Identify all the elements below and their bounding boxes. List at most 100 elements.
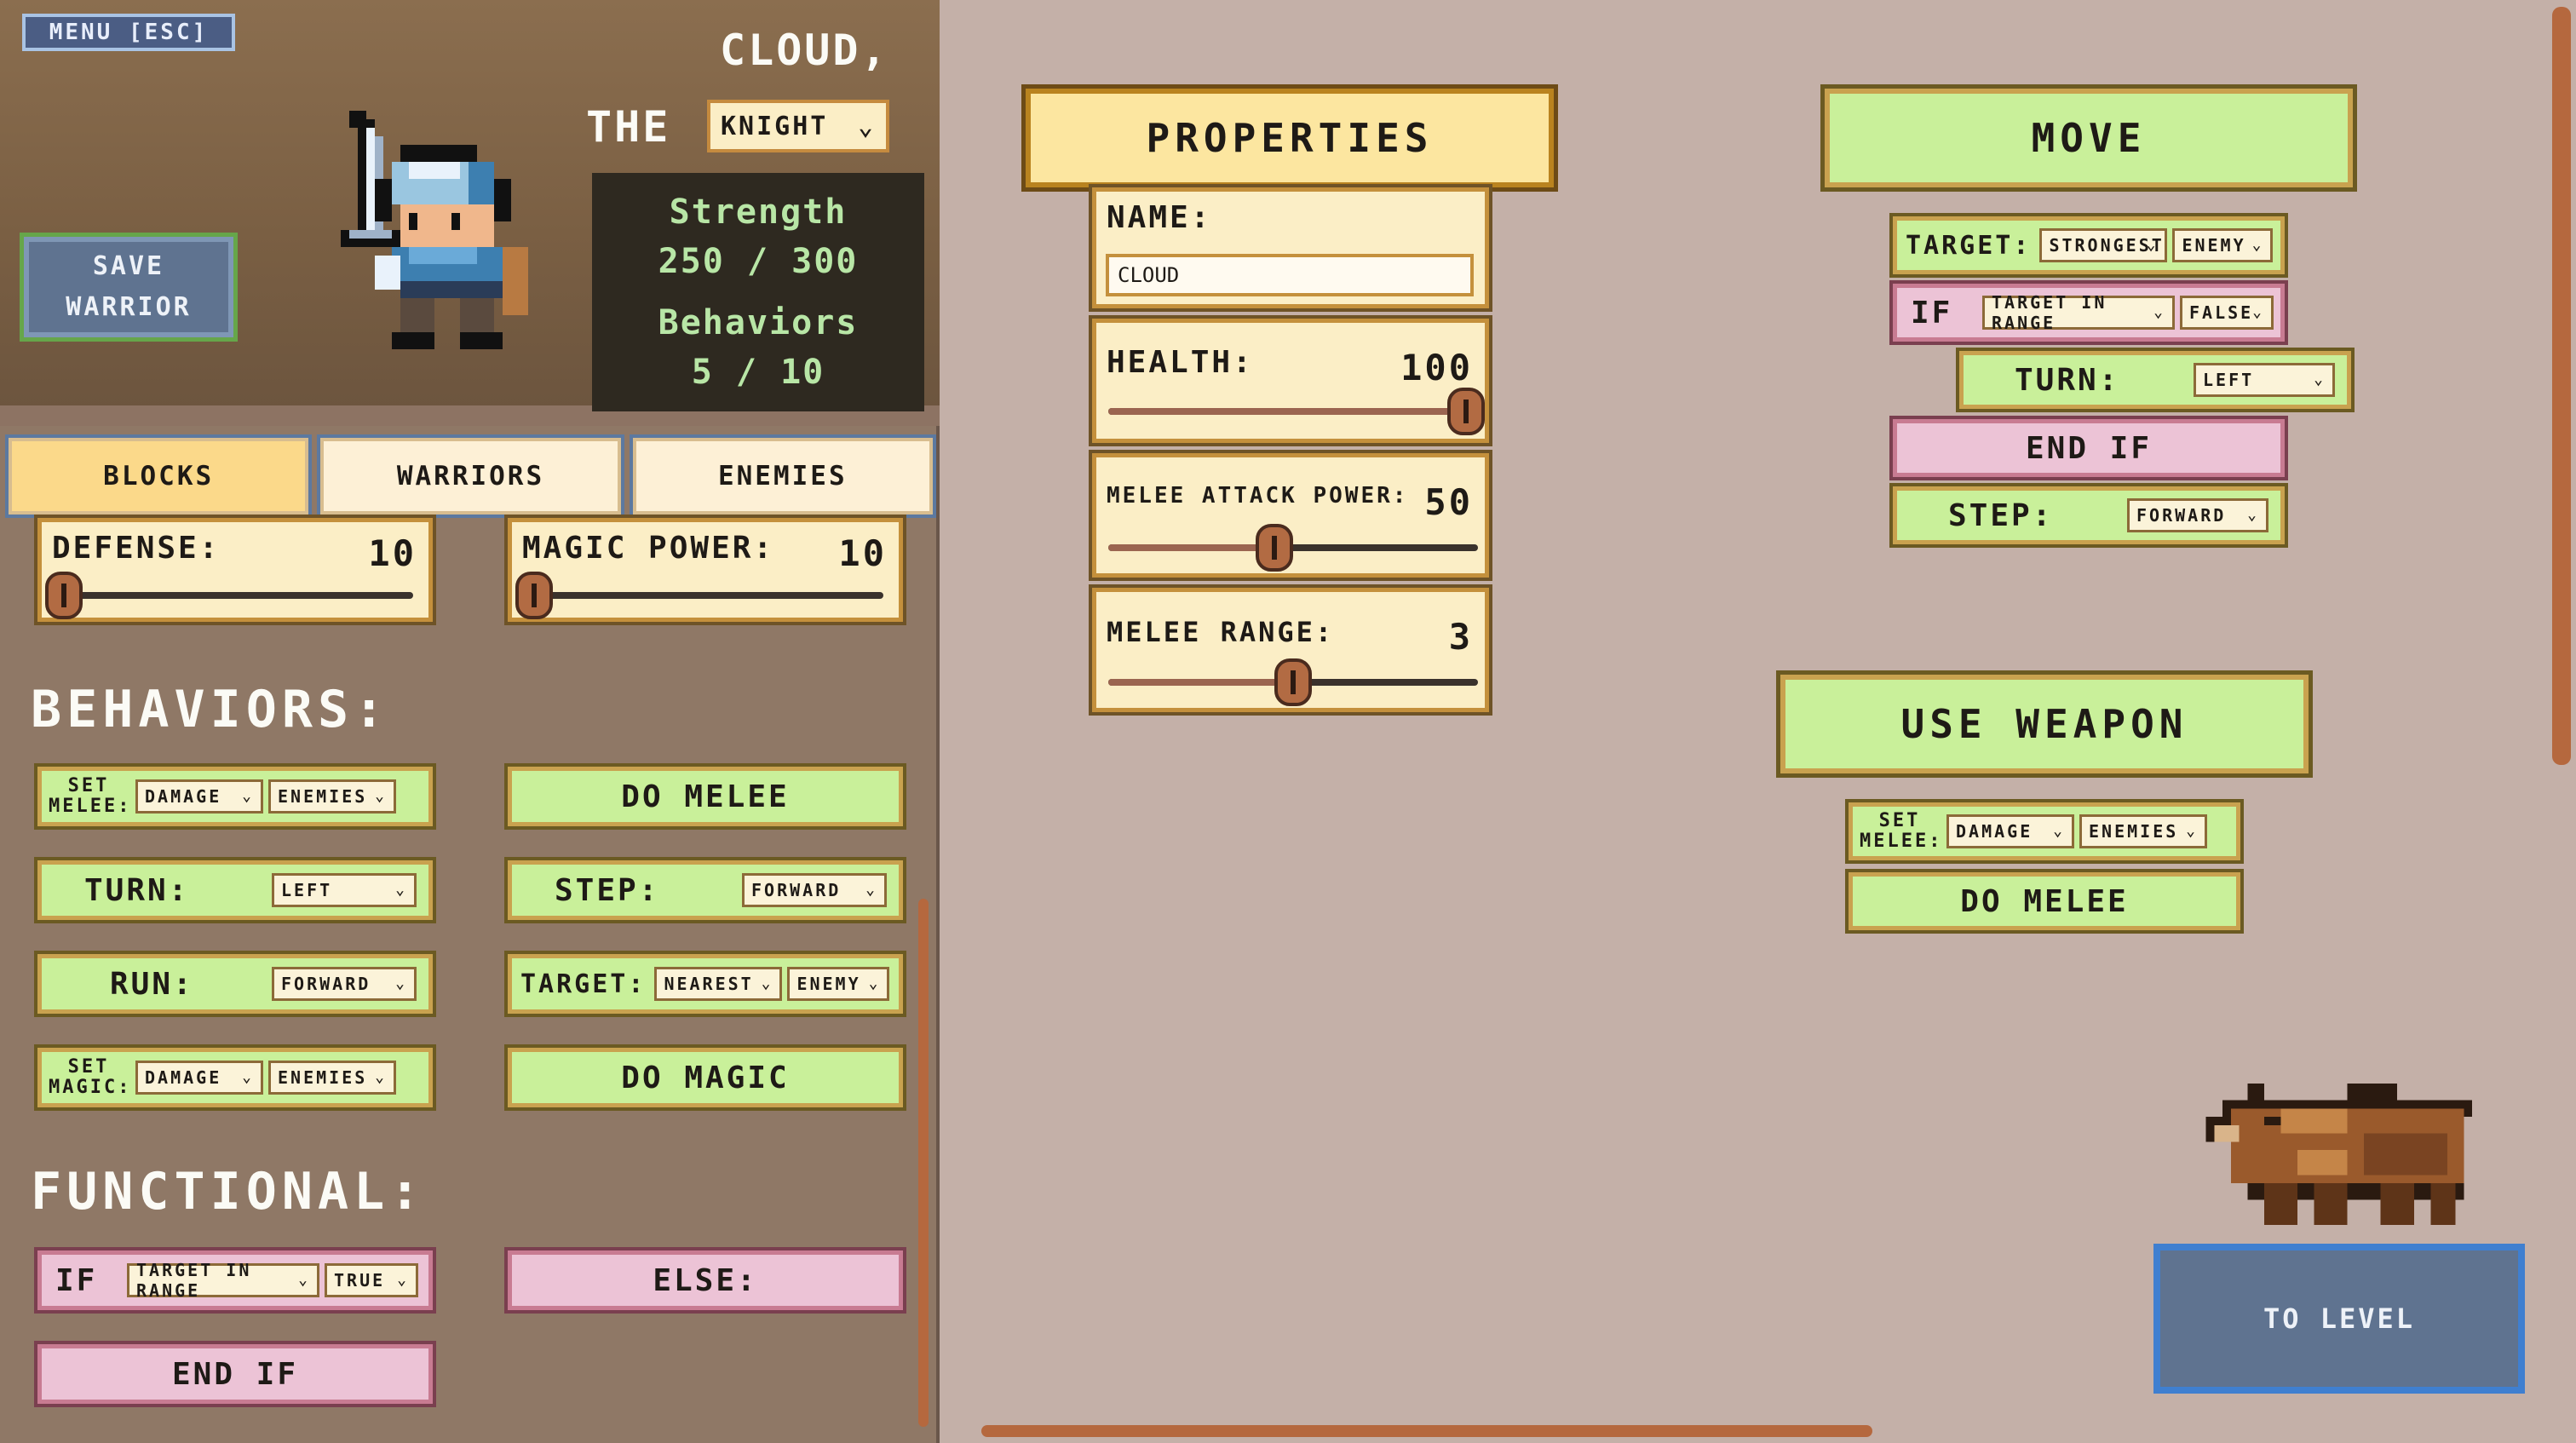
move-turn-direction-dropdown[interactable]: LEFT ⌄ [2194, 363, 2335, 397]
melee-attack-power-value: 50 [1424, 481, 1473, 523]
use-weapon-set-melee-block[interactable]: SET MELEE: DAMAGE ⌄ ENEMIES ⌄ [1845, 799, 2244, 864]
set-melee-damage-dropdown[interactable]: DAMAGE ⌄ [135, 779, 263, 813]
use-weapon-do-melee-block[interactable]: DO MELEE [1845, 869, 2244, 934]
melee-attack-power-slider-fill [1108, 544, 1275, 551]
do-magic-block[interactable]: DO MAGIC [504, 1044, 906, 1111]
magic-power-slider-handle[interactable] [515, 572, 553, 619]
move-target-enemy-dropdown[interactable]: ENEMY ⌄ [2172, 228, 2274, 262]
magic-power-value: 10 [838, 532, 887, 574]
move-header[interactable]: MOVE [1820, 84, 2357, 192]
use-weapon-do-melee-label: DO MELEE [1960, 883, 2129, 919]
step-direction-dropdown[interactable]: FORWARD ⌄ [742, 873, 887, 907]
move-step-block[interactable]: STEP: FORWARD ⌄ [1889, 483, 2288, 548]
set-melee-block[interactable]: SET MELEE: DAMAGE ⌄ ENEMIES ⌄ [34, 763, 436, 830]
do-melee-block[interactable]: DO MELEE [504, 763, 906, 830]
chevron-down-icon: ⌄ [857, 111, 876, 141]
behaviors-heading: BEHAVIORS: [31, 680, 390, 739]
move-if-label: IF [1911, 295, 1953, 331]
behaviors-value: 5 / 10 [691, 353, 825, 392]
set-magic-label: SET MAGIC: [49, 1056, 132, 1098]
turn-direction-dropdown[interactable]: LEFT ⌄ [272, 873, 417, 907]
defense-slider-track[interactable] [45, 572, 413, 619]
defense-slider-handle[interactable] [45, 572, 83, 619]
if-value-dropdown[interactable]: TRUE ⌄ [325, 1263, 418, 1297]
else-block[interactable]: ELSE: [504, 1247, 906, 1314]
move-if-value-dropdown[interactable]: FALSE ⌄ [2180, 296, 2274, 330]
use-weapon-damage-dropdown[interactable]: DAMAGE ⌄ [1946, 814, 2074, 848]
end-if-label: END IF [171, 1356, 299, 1392]
menu-button[interactable]: MENU [ESC] [22, 14, 235, 51]
target-enemy-dropdown[interactable]: ENEMY ⌄ [787, 967, 890, 1001]
chevron-down-icon: ⌄ [761, 974, 773, 992]
chevron-down-icon: ⌄ [2186, 822, 2198, 840]
use-weapon-header[interactable]: USE WEAPON [1776, 670, 2313, 778]
run-block[interactable]: RUN: FORWARD ⌄ [34, 951, 436, 1017]
melee-range-slider-track[interactable] [1108, 658, 1478, 706]
chevron-down-icon: ⌄ [2053, 822, 2065, 840]
if-label: IF [55, 1262, 98, 1298]
canvas-vertical-scrollbar[interactable] [2552, 7, 2571, 765]
tab-enemies[interactable]: ENEMIES [629, 434, 936, 518]
set-melee-enemies-dropdown[interactable]: ENEMIES ⌄ [268, 779, 396, 813]
tab-warriors[interactable]: WARRIORS [317, 434, 624, 518]
magic-power-label: MAGIC POWER: [522, 531, 775, 566]
chevron-down-icon: ⌄ [395, 974, 407, 992]
move-step-label: STEP: [1948, 497, 2054, 533]
set-magic-enemies-dropdown[interactable]: ENEMIES ⌄ [268, 1061, 396, 1095]
move-end-if-block[interactable]: END IF [1889, 416, 2288, 480]
move-if-condition-dropdown[interactable]: TARGET IN RANGE ⌄ [1982, 292, 2175, 333]
defense-label: DEFENSE: [52, 531, 221, 566]
set-magic-damage-dropdown[interactable]: DAMAGE ⌄ [135, 1061, 263, 1095]
health-slider-handle[interactable] [1447, 388, 1485, 435]
move-end-if-label: END IF [2025, 430, 2153, 466]
chevron-down-icon: ⌄ [395, 881, 407, 899]
chevron-down-icon: ⌄ [397, 1271, 409, 1289]
properties-header[interactable]: PROPERTIES [1021, 84, 1558, 192]
set-magic-block[interactable]: SET MAGIC: DAMAGE ⌄ ENEMIES ⌄ [34, 1044, 436, 1111]
magic-power-slider-card: MAGIC POWER: 10 [504, 515, 906, 625]
melee-range-label: MELEE RANGE: [1107, 616, 1335, 648]
save-warrior-button[interactable]: SAVE WARRIOR [20, 233, 238, 342]
if-condition-dropdown[interactable]: TARGET IN RANGE ⌄ [127, 1260, 319, 1301]
chevron-down-icon: ⌄ [242, 787, 254, 805]
stats-panel: Strength 250 / 300 Behaviors 5 / 10 [592, 173, 924, 411]
end-if-block[interactable]: END IF [34, 1341, 436, 1407]
palette-tabs: BLOCKS WARRIORS ENEMIES [4, 434, 936, 518]
knight-sprite [341, 111, 528, 349]
palette-scrollbar[interactable] [918, 899, 929, 1427]
class-select[interactable]: KNIGHT ⌄ [707, 100, 889, 152]
magic-power-slider-track[interactable] [515, 572, 883, 619]
melee-range-slider-fill [1108, 679, 1293, 686]
move-target-strongest-dropdown[interactable]: STRONGEST ⌄ [2039, 228, 2168, 262]
turn-block[interactable]: TURN: LEFT ⌄ [34, 857, 436, 923]
if-block[interactable]: IF TARGET IN RANGE ⌄ TRUE ⌄ [34, 1247, 436, 1314]
move-step-direction-dropdown[interactable]: FORWARD ⌄ [2127, 498, 2268, 532]
canvas-horizontal-scrollbar[interactable] [981, 1425, 1872, 1437]
run-direction-dropdown[interactable]: FORWARD ⌄ [272, 967, 417, 1001]
use-weapon-enemies-dropdown[interactable]: ENEMIES ⌄ [2079, 814, 2207, 848]
strength-value: 250 / 300 [658, 242, 859, 281]
save-label-line1: SAVE [92, 251, 165, 281]
move-turn-block[interactable]: TURN: LEFT ⌄ [1956, 348, 2355, 412]
functional-heading: FUNCTIONAL: [31, 1162, 426, 1222]
step-block[interactable]: STEP: FORWARD ⌄ [504, 857, 906, 923]
melee-attack-power-slider-track[interactable] [1108, 524, 1478, 572]
set-melee-label: SET MELEE: [49, 775, 132, 817]
melee-attack-power-slider-card: MELEE ATTACK POWER: 50 [1089, 450, 1492, 581]
move-if-block[interactable]: IF TARGET IN RANGE ⌄ FALSE ⌄ [1889, 280, 2288, 345]
melee-attack-power-label: MELEE ATTACK POWER: [1107, 483, 1409, 509]
melee-attack-power-slider-handle[interactable] [1256, 524, 1294, 572]
tab-blocks[interactable]: BLOCKS [4, 434, 313, 518]
to-level-button[interactable]: TO LEVEL [2153, 1244, 2525, 1394]
move-target-block[interactable]: TARGET: STRONGEST ⌄ ENEMY ⌄ [1889, 213, 2288, 278]
do-magic-label: DO MAGIC [621, 1060, 790, 1095]
target-block[interactable]: TARGET: NEAREST ⌄ ENEMY ⌄ [504, 951, 906, 1017]
bear-sprite [2205, 1084, 2473, 1225]
health-slider-track[interactable] [1108, 388, 1485, 435]
melee-range-slider-handle[interactable] [1274, 658, 1312, 706]
name-input[interactable]: CLOUD [1106, 254, 1474, 296]
save-label-line2: WARRIOR [66, 292, 192, 322]
target-nearest-dropdown[interactable]: NEAREST ⌄ [654, 967, 783, 1001]
class-value: KNIGHT [721, 111, 829, 141]
defense-slider-card: DEFENSE: 10 [34, 515, 436, 625]
